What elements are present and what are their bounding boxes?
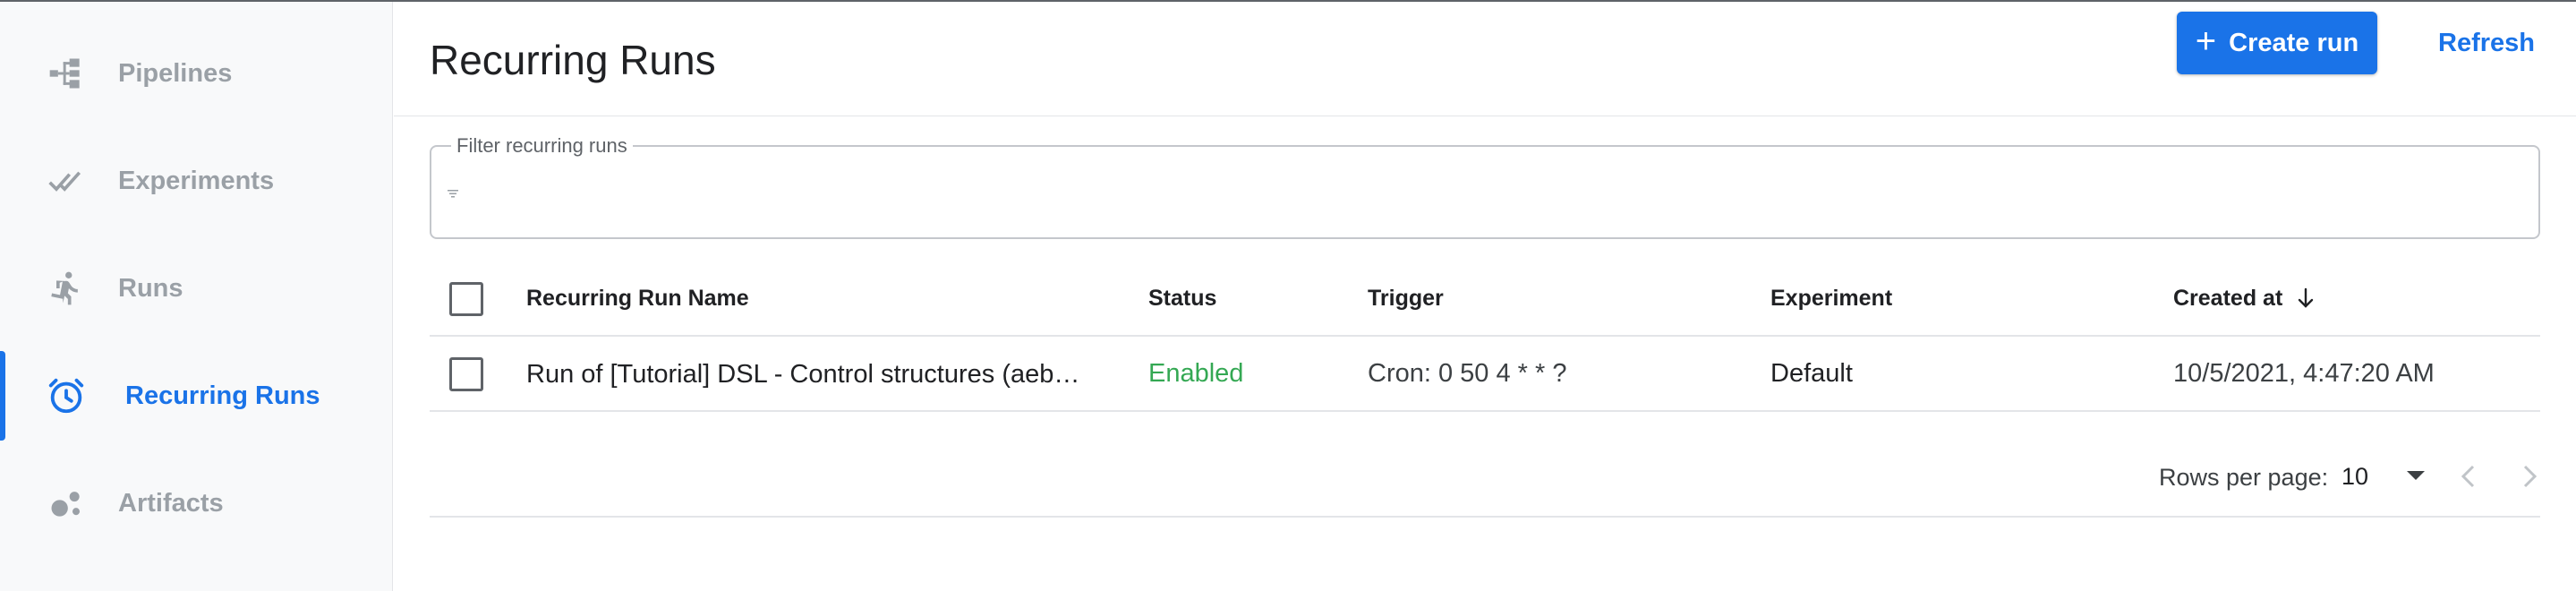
run-name-link[interactable]: Run of [Tutorial] DSL - Control structur… — [526, 337, 1090, 410]
sidebar-item-runs[interactable]: Runs — [0, 244, 392, 333]
column-header-created-at-label: Created at — [2173, 285, 2283, 311]
sidebar-item-experiments[interactable]: Experiments — [0, 136, 392, 226]
create-run-label: Create run — [2229, 28, 2359, 57]
trigger-cell: Cron: 0 50 4 * * ? — [1368, 358, 1567, 388]
filter-box: Filter recurring runs — [430, 134, 2540, 239]
created-at-cell: 10/5/2021, 4:47:20 AM — [2173, 358, 2435, 388]
filter-input[interactable] — [471, 165, 2521, 220]
table-row[interactable]: Run of [Tutorial] DSL - Control structur… — [430, 337, 2540, 412]
column-header-name[interactable]: Recurring Run Name — [526, 261, 1090, 335]
rows-per-page-value: 10 — [2341, 462, 2369, 490]
experiment-link[interactable]: Default — [1770, 337, 2164, 410]
recurring-runs-table: Recurring Run Name Status Trigger Experi… — [430, 261, 2540, 412]
sidebar-item-label: Runs — [118, 273, 183, 303]
sidebar-item-pipelines[interactable]: Pipelines — [0, 29, 392, 118]
sidebar-item-label: Recurring Runs — [125, 381, 320, 410]
plus-icon: + — [2195, 21, 2217, 61]
arrow-down-icon — [2295, 287, 2316, 310]
sidebar-item-recurring-runs[interactable]: Recurring Runs — [0, 351, 392, 441]
alarm-clock-icon — [41, 371, 91, 421]
next-page-button[interactable] — [2508, 457, 2551, 500]
rows-per-page-label: Rows per page: — [2159, 464, 2329, 491]
sidebar: Pipelines Experiments Runs Recurring Run… — [0, 2, 393, 591]
column-header-created-at[interactable]: Created at — [2173, 261, 2531, 335]
filter-icon — [446, 186, 460, 201]
main-content: Recurring Runs + Create run Refresh Filt… — [394, 2, 2576, 591]
experiments-icon — [41, 156, 91, 206]
chevron-left-icon — [2459, 464, 2478, 493]
create-run-button[interactable]: + Create run — [2177, 12, 2377, 74]
page-title: Recurring Runs — [430, 37, 716, 83]
runs-icon — [41, 263, 91, 313]
column-header-status[interactable]: Status — [1148, 261, 1363, 335]
column-header-trigger[interactable]: Trigger — [1368, 261, 1761, 335]
select-all-checkbox[interactable] — [449, 282, 483, 316]
refresh-button[interactable]: Refresh — [2413, 12, 2560, 74]
chevron-right-icon — [2520, 464, 2539, 493]
active-indicator — [0, 351, 5, 441]
column-header-experiment[interactable]: Experiment — [1770, 261, 2164, 335]
rows-per-page-select[interactable]: 10 — [2341, 458, 2431, 494]
sidebar-item-artifacts[interactable]: Artifacts — [0, 458, 392, 548]
sidebar-item-label: Pipelines — [118, 58, 233, 88]
table-header-row: Recurring Run Name Status Trigger Experi… — [430, 261, 2540, 337]
artifacts-icon — [41, 478, 91, 528]
sidebar-item-label: Experiments — [118, 166, 275, 195]
pagination: Rows per page: 10 — [430, 437, 2540, 518]
row-checkbox[interactable] — [449, 357, 483, 391]
sidebar-item-label: Artifacts — [118, 488, 224, 518]
status-cell: Enabled — [1148, 358, 1244, 388]
page-header: Recurring Runs + Create run Refresh — [394, 2, 2576, 116]
filter-label: Filter recurring runs — [451, 134, 633, 158]
previous-page-button[interactable] — [2447, 457, 2490, 500]
pipelines-icon — [41, 48, 91, 98]
caret-down-icon — [2406, 469, 2426, 486]
